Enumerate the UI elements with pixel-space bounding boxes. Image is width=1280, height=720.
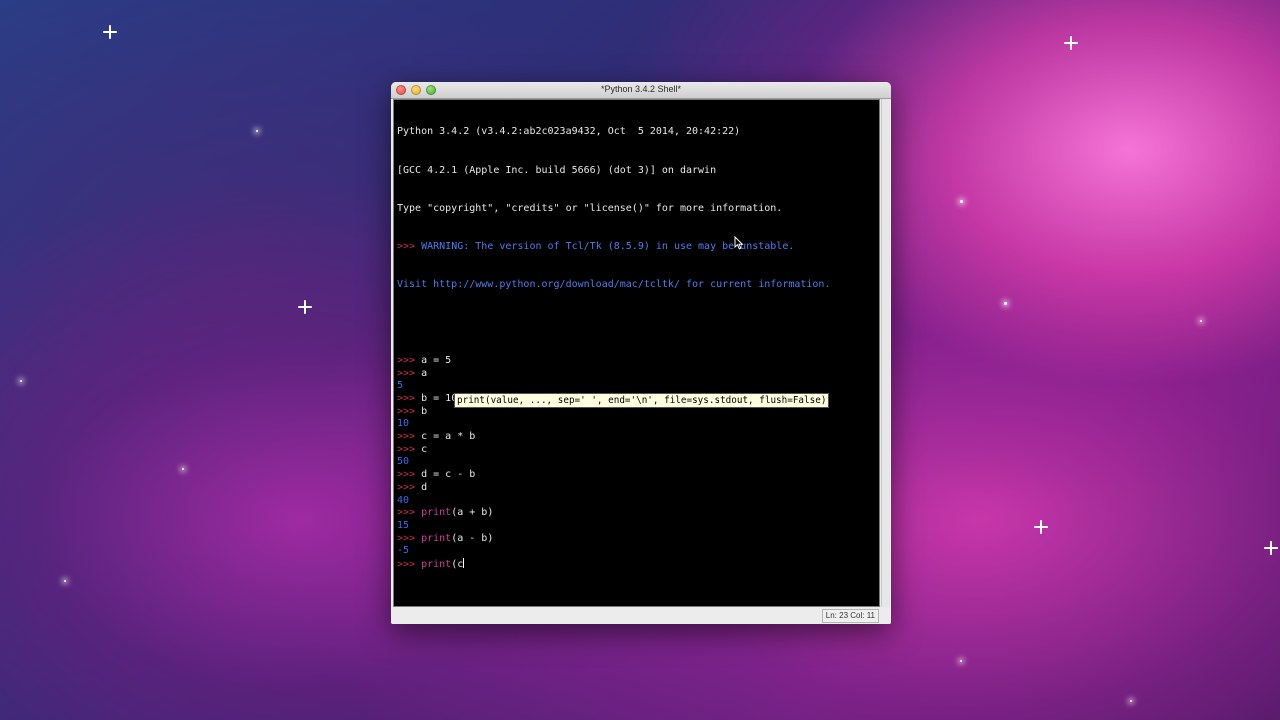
code-text: (c (451, 558, 464, 570)
prompt: >>> (397, 240, 422, 252)
code-text: b = 10 (421, 393, 458, 405)
prompt: >>> (397, 405, 422, 417)
star-icon (182, 468, 184, 470)
prompt: >>> (397, 443, 422, 455)
input-line: >>> c = a * b (397, 431, 830, 444)
input-line: >>> print(a - b) (397, 533, 830, 546)
input-line: >>> print(c (397, 557, 830, 571)
title-bar[interactable]: *Python 3.4.2 Shell* (391, 82, 891, 99)
input-line: >>> a = 5 (397, 355, 830, 368)
input-line: >>> a (397, 368, 830, 381)
output-line: 15 (397, 519, 410, 531)
star-icon (103, 25, 117, 39)
code-text: a (421, 367, 428, 379)
code-text: d (421, 481, 428, 493)
code-text: b (421, 405, 428, 417)
mouse-pointer-icon (734, 236, 744, 250)
banner-line: [GCC 4.2.1 (Apple Inc. build 5666) (dot … (397, 164, 717, 176)
code-text: c = a * b (421, 431, 476, 443)
keyword: print (421, 507, 452, 519)
star-icon (1200, 320, 1202, 322)
code-text: a = 5 (421, 354, 452, 366)
prompt: >>> (397, 507, 422, 519)
prompt: >>> (397, 354, 422, 366)
prompt: >>> (397, 532, 422, 544)
session-lines: >>> a = 5 >>> a 5 >>> b = 10 >>> b 10 >>> c = … (397, 355, 830, 571)
prompt: >>> (397, 393, 422, 405)
input-line: >>> d = c - b (397, 469, 830, 482)
code-text: c (421, 443, 428, 455)
input-line: >>> print(a + b) (397, 507, 830, 520)
window-title: *Python 3.4.2 Shell* (600, 84, 682, 94)
text-cursor (463, 557, 465, 568)
output-line: 5 (397, 380, 404, 392)
banner-line: Type "copyright", "credits" or "license(… (397, 202, 783, 214)
prompt: >>> (397, 431, 422, 443)
star-icon (20, 380, 22, 382)
shell-text-area[interactable]: Python 3.4.2 (v3.4.2:ab2c023a9432, Oct 5… (393, 99, 880, 607)
code-text: (a - b) (451, 532, 494, 544)
star-icon (256, 130, 258, 132)
keyword: print (421, 558, 452, 570)
prompt: >>> (397, 469, 422, 481)
calltip-tooltip: print(value, ..., sep=' ', end='\n', fil… (454, 393, 830, 408)
code-text: (a + b) (451, 507, 494, 519)
code-text: d = c - b (421, 469, 476, 481)
cursor-position: Ln: 23 Col: 11 (821, 609, 879, 623)
star-icon (1130, 700, 1132, 702)
star-icon (1034, 520, 1048, 534)
vertical-scrollbar[interactable] (881, 99, 890, 607)
star-icon (960, 200, 963, 203)
output-line: -5 (397, 545, 410, 557)
star-icon (298, 300, 312, 314)
star-icon (64, 580, 66, 582)
output-line: 10 (397, 418, 410, 430)
star-icon (960, 660, 962, 662)
warning-line: >>> WARNING: The version of Tcl/Tk (8.5.… (397, 241, 830, 254)
star-icon (1064, 36, 1078, 50)
prompt: >>> (397, 367, 422, 379)
keyword: print (421, 532, 452, 544)
warning-line: Visit http://www.python.org/download/mac… (397, 278, 831, 290)
prompt: >>> (397, 481, 422, 493)
python-shell-window[interactable]: *Python 3.4.2 Shell* Python 3.4.2 (v3.4.… (391, 82, 891, 624)
banner-line: Python 3.4.2 (v3.4.2:ab2c023a9432, Oct 5… (397, 126, 741, 138)
input-line: >>> c (397, 444, 830, 457)
status-bar: Ln: 23 Col: 11 (391, 608, 891, 624)
input-line: >>> d (397, 482, 830, 495)
shell-output: Python 3.4.2 (v3.4.2:ab2c023a9432, Oct 5… (397, 101, 830, 596)
prompt: >>> (397, 558, 422, 570)
star-icon (1004, 302, 1007, 305)
star-icon (1264, 541, 1278, 555)
output-line: 50 (397, 456, 410, 468)
output-line: 40 (397, 494, 410, 506)
